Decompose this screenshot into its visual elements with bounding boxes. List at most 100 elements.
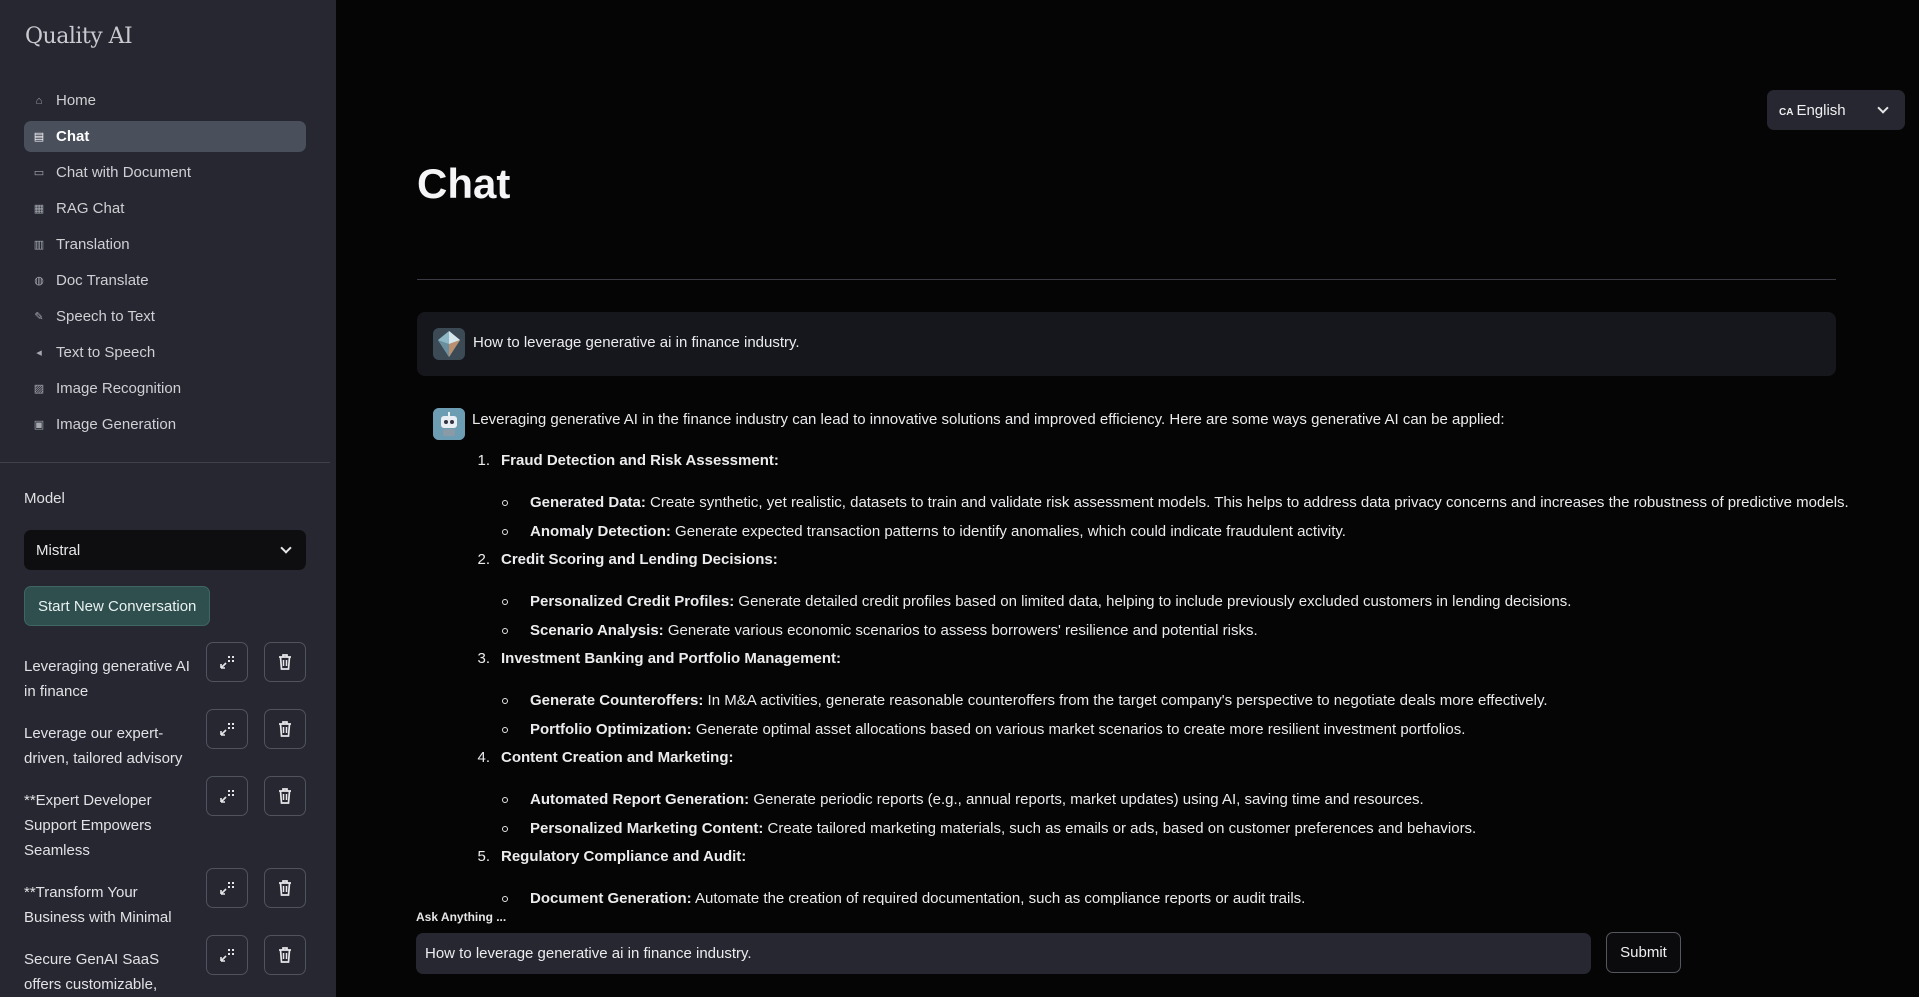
section-number: 4. [477, 749, 490, 766]
bullet-icon [502, 826, 508, 832]
sidebar-item-speech-to-text[interactable]: ✎ Speech to Text [24, 301, 306, 332]
trash-icon [279, 654, 291, 670]
chat-document-icon: ▭ [33, 167, 45, 179]
section-title: Fraud Detection and Risk Assessment: [501, 452, 779, 469]
ask-input[interactable] [416, 933, 1591, 974]
section-number: 5. [477, 848, 490, 865]
sidebar-item-label: Doc Translate [56, 272, 149, 289]
list-item-heading: Generated Data: [530, 494, 646, 511]
start-new-conversation-button[interactable]: Start New Conversation [24, 586, 211, 626]
delete-conversation-button[interactable] [264, 776, 306, 816]
sidebar-item-label: Text to Speech [56, 344, 156, 361]
list-item-heading: Scenario Analysis: [530, 622, 664, 639]
delete-conversation-button[interactable] [264, 935, 306, 975]
sidebar-item-label: Image Recognition [56, 380, 182, 397]
list-item-body: Create synthetic, yet realistic, dataset… [645, 494, 1849, 511]
list-item-text: Automated Report Generation: Generate pe… [530, 791, 1424, 808]
language-select-value: CA English [1779, 101, 1846, 119]
list-item-body: Create tailored marketing materials, suc… [763, 820, 1477, 837]
sidebar-item-chat-with-document[interactable]: ▭ Chat with Document [24, 157, 306, 188]
doc-translate-icon: ◍ [34, 275, 44, 287]
list-item-text: Document Generation: Automate the creati… [530, 890, 1305, 905]
section-number: 3. [477, 650, 490, 667]
open-conversation-button[interactable] [206, 709, 248, 749]
sidebar-item-home[interactable]: ⌂ Home [24, 85, 306, 116]
conversation-title[interactable]: Leverage our expert-driven, tailored adv… [24, 721, 194, 771]
conversation-title[interactable]: **Expert Developer Support Empowers Seam… [24, 788, 194, 863]
image-recognition-icon: ▨ [33, 383, 45, 395]
speaker-icon: ◂ [36, 347, 42, 359]
list-item-body: Generate optimal asset allocations based… [691, 721, 1466, 738]
list-item-heading: Generate Counteroffers: [530, 692, 704, 709]
conversation-title[interactable]: Leveraging generative AI in finance [24, 654, 194, 704]
bullet-icon [502, 599, 508, 605]
list-item-text: Scenario Analysis: Generate various econ… [530, 622, 1258, 639]
user-avatar-icon [433, 328, 465, 360]
expand-icon [220, 949, 234, 962]
user-message: How to leverage generative ai in finance… [417, 312, 1836, 376]
ask-input-label: Ask Anything ... [416, 910, 507, 924]
list-item-heading: Personalized Marketing Content: [530, 820, 764, 837]
list-item-text: Personalized Credit Profiles: Generate d… [530, 593, 1571, 610]
sidebar-item-label: Chat with Document [56, 164, 192, 181]
delete-conversation-button[interactable] [264, 709, 306, 749]
sidebar-nav: ⌂ Home ▤ Chat ▭ Chat with Document ▦ RAG Chat ▥ T… [24, 85, 306, 445]
trash-icon [279, 788, 291, 804]
home-icon: ⌂ [35, 94, 43, 107]
model-select-value: Mistral [36, 541, 81, 559]
main-panel: CA English Chat How to leverage generativ… [336, 0, 1919, 997]
open-conversation-button[interactable] [206, 642, 248, 682]
bullet-icon [502, 896, 508, 902]
list-item-body: Generate detailed credit profiles based … [734, 593, 1572, 610]
list-item-body: Automate the creation of required docume… [691, 890, 1306, 905]
rag-icon: ▦ [33, 203, 45, 215]
delete-conversation-button[interactable] [264, 642, 306, 682]
list-item-text: Generated Data: Create synthetic, yet re… [530, 494, 1849, 511]
title-divider [417, 279, 1836, 280]
image-generation-icon: ▣ [33, 419, 45, 431]
list-item-body: Generate expected transaction patterns t… [670, 523, 1346, 540]
delete-conversation-button[interactable] [264, 868, 306, 908]
section-title: Investment Banking and Portfolio Managem… [501, 650, 842, 667]
list-item-heading: Portfolio Optimization: [530, 721, 692, 738]
translate-icon: ▥ [33, 239, 45, 251]
submit-button[interactable]: Submit [1606, 932, 1681, 973]
open-conversation-button[interactable] [206, 776, 248, 816]
list-item-body: Generate periodic reports (e.g., annual … [749, 791, 1424, 808]
conversation-title[interactable]: Secure GenAI SaaS offers customizable, [24, 947, 194, 997]
open-conversation-button[interactable] [206, 868, 248, 908]
expand-icon [220, 656, 234, 669]
conversation-title[interactable]: **Transform Your Business with Minimal [24, 880, 194, 930]
bullet-icon [502, 529, 508, 535]
sidebar-item-image-generation[interactable]: ▣ Image Generation [24, 409, 306, 440]
sidebar-item-image-recognition[interactable]: ▨ Image Recognition [24, 373, 306, 404]
bullet-icon [502, 727, 508, 733]
sidebar-item-label: Chat [56, 128, 90, 145]
sidebar-item-doc-translate[interactable]: ◍ Doc Translate [24, 265, 306, 296]
section-title: Content Creation and Marketing: [501, 749, 734, 766]
model-select[interactable]: Mistral [24, 530, 306, 570]
chevron-down-icon [280, 542, 292, 554]
brand-logo: Quality AI [25, 24, 133, 49]
language-select[interactable]: CA English [1767, 90, 1905, 130]
bullet-icon [502, 628, 508, 634]
sidebar-item-chat[interactable]: ▤ Chat [24, 121, 306, 152]
list-item-body: Generate various economic scenarios to a… [663, 622, 1258, 639]
sidebar-item-text-to-speech[interactable]: ◂ Text to Speech [24, 337, 306, 368]
section-title: Credit Scoring and Lending Decisions: [501, 551, 778, 568]
expand-icon [220, 790, 234, 803]
sidebar: Quality AI ⌂ Home ▤ Chat ▭ Chat with Document… [0, 0, 336, 997]
speech-to-text-icon: ✎ [34, 311, 44, 323]
list-item-body: In M&A activities, generate reasonable c… [703, 692, 1548, 709]
section-title: Regulatory Compliance and Audit: [501, 848, 747, 865]
sidebar-item-rag-chat[interactable]: ▦ RAG Chat [24, 193, 306, 224]
sidebar-item-translation[interactable]: ▥ Translation [24, 229, 306, 260]
bullet-icon [502, 698, 508, 704]
page-title: Chat [417, 160, 511, 207]
user-message-text: How to leverage generative ai in finance… [473, 334, 800, 351]
trash-icon [279, 880, 291, 896]
open-conversation-button[interactable] [206, 935, 248, 975]
expand-icon [220, 723, 234, 736]
answer-intro: Leveraging generative AI in the finance … [472, 411, 1505, 428]
chat-icon: ▤ [33, 131, 45, 143]
